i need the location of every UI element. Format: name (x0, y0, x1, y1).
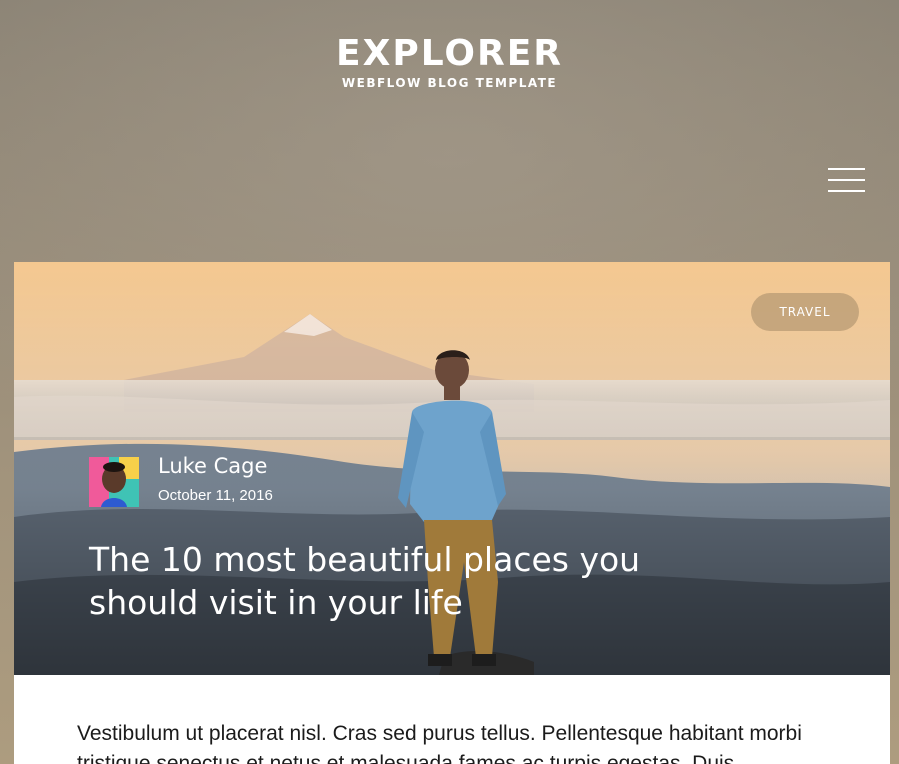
hamburger-menu-icon[interactable] (828, 168, 865, 194)
menu-bar-top (828, 168, 865, 170)
post-body-paragraph: Vestibulum ut placerat nisl. Cras sed pu… (77, 722, 802, 764)
featured-post-hero[interactable]: TRAVEL Luke Cage October 11, 2016 The 10… (14, 262, 890, 675)
avatar-image (89, 457, 139, 507)
post-title[interactable]: The 10 most beautiful places you should … (89, 538, 729, 624)
logo-subtitle: WEBFLOW BLOG TEMPLATE (341, 76, 558, 90)
site-logo[interactable]: EXPLORER WEBFLOW BLOG TEMPLATE (0, 33, 899, 91)
author-avatar[interactable] (89, 457, 139, 507)
author-name[interactable]: Luke Cage (158, 452, 267, 480)
menu-bar-bottom (828, 190, 865, 192)
logo-title: EXPLORER (335, 33, 564, 74)
menu-bar-middle (828, 179, 865, 181)
post-content: Vestibulum ut placerat nisl. Cras sed pu… (14, 675, 890, 764)
category-badge[interactable]: TRAVEL (751, 293, 859, 331)
post-date: October 11, 2016 (158, 487, 273, 504)
